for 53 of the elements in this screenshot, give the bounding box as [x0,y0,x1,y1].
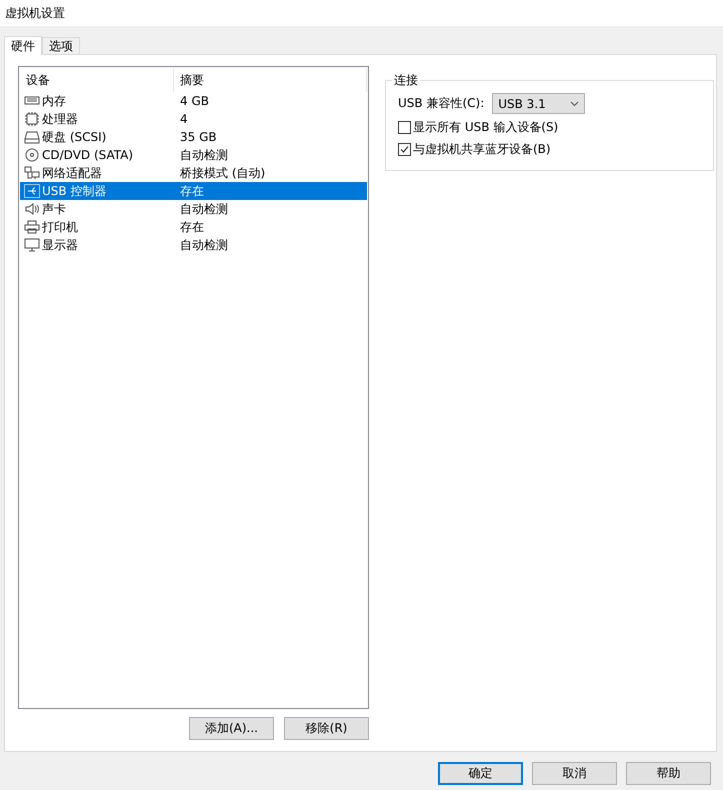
device-summary: 存在 [179,218,205,236]
device-summary: 桥接模式 (自动) [179,164,266,182]
device-name: 硬盘 (SCSI) [42,128,106,146]
column-header[interactable]: 摘要 [174,68,367,92]
compatibility-label: USB 兼容性(C): [398,95,484,112]
device-summary: 35 GB [179,130,218,144]
device-name: 网络适配器 [42,164,102,182]
device-row[interactable]: CD/DVD (SATA) 自动检测 [20,146,367,164]
device-name: 打印机 [42,218,78,236]
disc-icon [24,148,40,162]
device-name: USB 控制器 [42,182,106,200]
device-summary: 自动检测 [179,146,229,164]
device-row[interactable]: USB 控制器 存在 [20,182,367,200]
device-summary: 存在 [179,182,205,200]
device-name: 声卡 [42,200,66,218]
device-summary: 自动检测 [179,236,229,254]
device-summary: 4 GB [179,94,210,108]
tab[interactable]: 硬件 [4,36,42,55]
device-summary: 自动检测 [179,200,229,218]
dialog-button[interactable]: 帮助 [626,762,711,785]
remove-button[interactable]: 移除(R) [284,717,369,740]
dialog-button[interactable]: 确定 [438,762,523,785]
device-row[interactable]: 内存 4 GB [20,92,367,110]
group-title: 连接 [393,72,419,89]
usb-icon [24,184,40,198]
checkbox-label: 与虚拟机共享蓝牙设备(B) [413,141,551,158]
dialog-button[interactable]: 取消 [532,762,617,785]
drive-icon [24,130,40,144]
compatibility-dropdown[interactable]: USB 3.1 [492,93,586,114]
device-row[interactable]: 网络适配器 桥接模式 (自动) [20,164,367,182]
device-name: 处理器 [42,110,78,128]
printer-icon [24,220,40,234]
device-name: 内存 [42,92,66,110]
chip-icon [24,112,40,126]
add-button[interactable]: 添加(A)... [189,717,274,740]
device-name: CD/DVD (SATA) [42,148,134,162]
chevron-icon [570,100,580,106]
device-row[interactable]: 硬盘 (SCSI) 35 GB [20,128,367,146]
tab[interactable]: 选项 [42,37,80,54]
device-row[interactable]: 处理器 4 [20,110,367,128]
device-name: 显示器 [42,236,78,254]
checkbox-label: 显示所有 USB 输入设备(S) [413,119,558,136]
checkbox[interactable] [398,121,411,134]
device-row[interactable]: 显示器 自动检测 [20,236,367,254]
checkbox[interactable] [398,143,411,156]
window-title: 虚拟机设置 [5,4,65,22]
device-row[interactable]: 打印机 存在 [20,218,367,236]
device-summary: 4 [179,112,189,126]
speaker-icon [24,202,40,216]
column-header[interactable]: 设备 [20,68,174,92]
device-row[interactable]: 声卡 自动检测 [20,200,367,218]
network-icon [24,166,40,180]
monitor-icon [24,238,40,252]
